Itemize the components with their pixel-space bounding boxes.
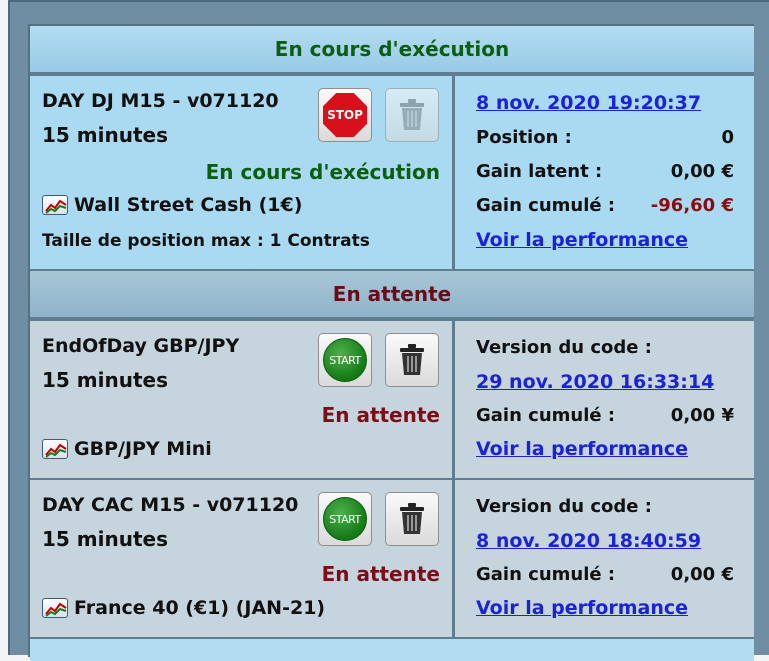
delete-button[interactable] (385, 333, 439, 387)
trash-icon (400, 503, 424, 534)
strategies-panel: En cours d'exécution DAY DJ M15 - v07112… (28, 24, 754, 661)
cumulative-gain-value: 0,00 € (670, 564, 734, 585)
trash-icon (400, 99, 424, 130)
position-value: 0 (721, 127, 734, 148)
card-divider (452, 480, 455, 637)
cumulative-gain-label: Gain cumulé : (476, 405, 616, 426)
instrument-name: Wall Street Cash (1€) (74, 194, 303, 216)
app-frame: En cours d'exécution DAY DJ M15 - v07112… (8, 0, 769, 661)
date-link[interactable]: 8 nov. 2020 19:20:37 (476, 92, 701, 114)
next-card-strip (30, 639, 754, 661)
chart-icon (42, 598, 68, 618)
latent-gain-label: Gain latent : (476, 161, 603, 182)
cumulative-gain-label: Gain cumulé : (476, 564, 616, 585)
status-label: En attente (321, 562, 440, 586)
code-version-label: Version du code : (476, 496, 652, 517)
card-divider (452, 321, 455, 478)
cumulative-gain-value: 0,00 ¥ (670, 405, 734, 426)
instrument-row: France 40 (€1) (JAN-21) (42, 597, 325, 619)
strategy-period: 15 minutes (42, 123, 168, 147)
delete-button[interactable] (385, 492, 439, 546)
section-header-running-label: En cours d'exécution (274, 37, 510, 61)
strategy-name: DAY DJ M15 - v071120 (42, 90, 279, 112)
start-icon: START (323, 338, 367, 382)
section-header-running: En cours d'exécution (30, 26, 754, 74)
start-button[interactable]: START (318, 492, 372, 546)
trash-icon (400, 344, 424, 375)
cumulative-gain-label: Gain cumulé : (476, 195, 616, 216)
strategy-period: 15 minutes (42, 368, 168, 392)
chart-icon (42, 195, 68, 215)
strategy-card-waiting: DAY CAC M15 - v071120 15 minutes START E… (30, 480, 754, 637)
stop-icon: STOP (323, 93, 367, 137)
strategy-name: DAY CAC M15 - v071120 (42, 494, 299, 516)
latent-gain-value: 0,00 € (670, 161, 734, 182)
cumulative-gain-value: -96,60 € (650, 195, 734, 216)
strategy-name: EndOfDay GBP/JPY (42, 335, 240, 357)
card-divider (452, 76, 455, 269)
performance-link[interactable]: Voir la performance (476, 597, 688, 619)
delete-button[interactable] (385, 88, 439, 142)
stop-button[interactable]: STOP (318, 88, 372, 142)
instrument-row: GBP/JPY Mini (42, 438, 212, 460)
position-label: Position : (476, 127, 572, 148)
strategy-period: 15 minutes (42, 527, 168, 551)
status-label: En cours d'exécution (205, 160, 440, 184)
instrument-row: Wall Street Cash (1€) (42, 194, 302, 216)
performance-link[interactable]: Voir la performance (476, 438, 688, 460)
performance-link[interactable]: Voir la performance (476, 229, 688, 251)
start-button[interactable]: START (318, 333, 372, 387)
status-label: En attente (321, 403, 440, 427)
start-icon: START (323, 497, 367, 541)
max-position: Taille de position max : 1 Contrats (42, 231, 370, 251)
instrument-name: France 40 (€1) (JAN-21) (74, 597, 326, 619)
section-header-waiting: En attente (30, 271, 754, 319)
section-header-waiting-label: En attente (332, 282, 452, 306)
strategy-card-running: DAY DJ M15 - v071120 15 minutes STOP En … (30, 76, 754, 269)
chart-icon (42, 439, 68, 459)
instrument-name: GBP/JPY Mini (74, 438, 212, 460)
strategy-card-waiting: EndOfDay GBP/JPY 15 minutes START En att… (30, 321, 754, 478)
code-version-label: Version du code : (476, 337, 652, 358)
date-link[interactable]: 29 nov. 2020 16:33:14 (476, 371, 714, 393)
date-link[interactable]: 8 nov. 2020 18:40:59 (476, 530, 701, 552)
